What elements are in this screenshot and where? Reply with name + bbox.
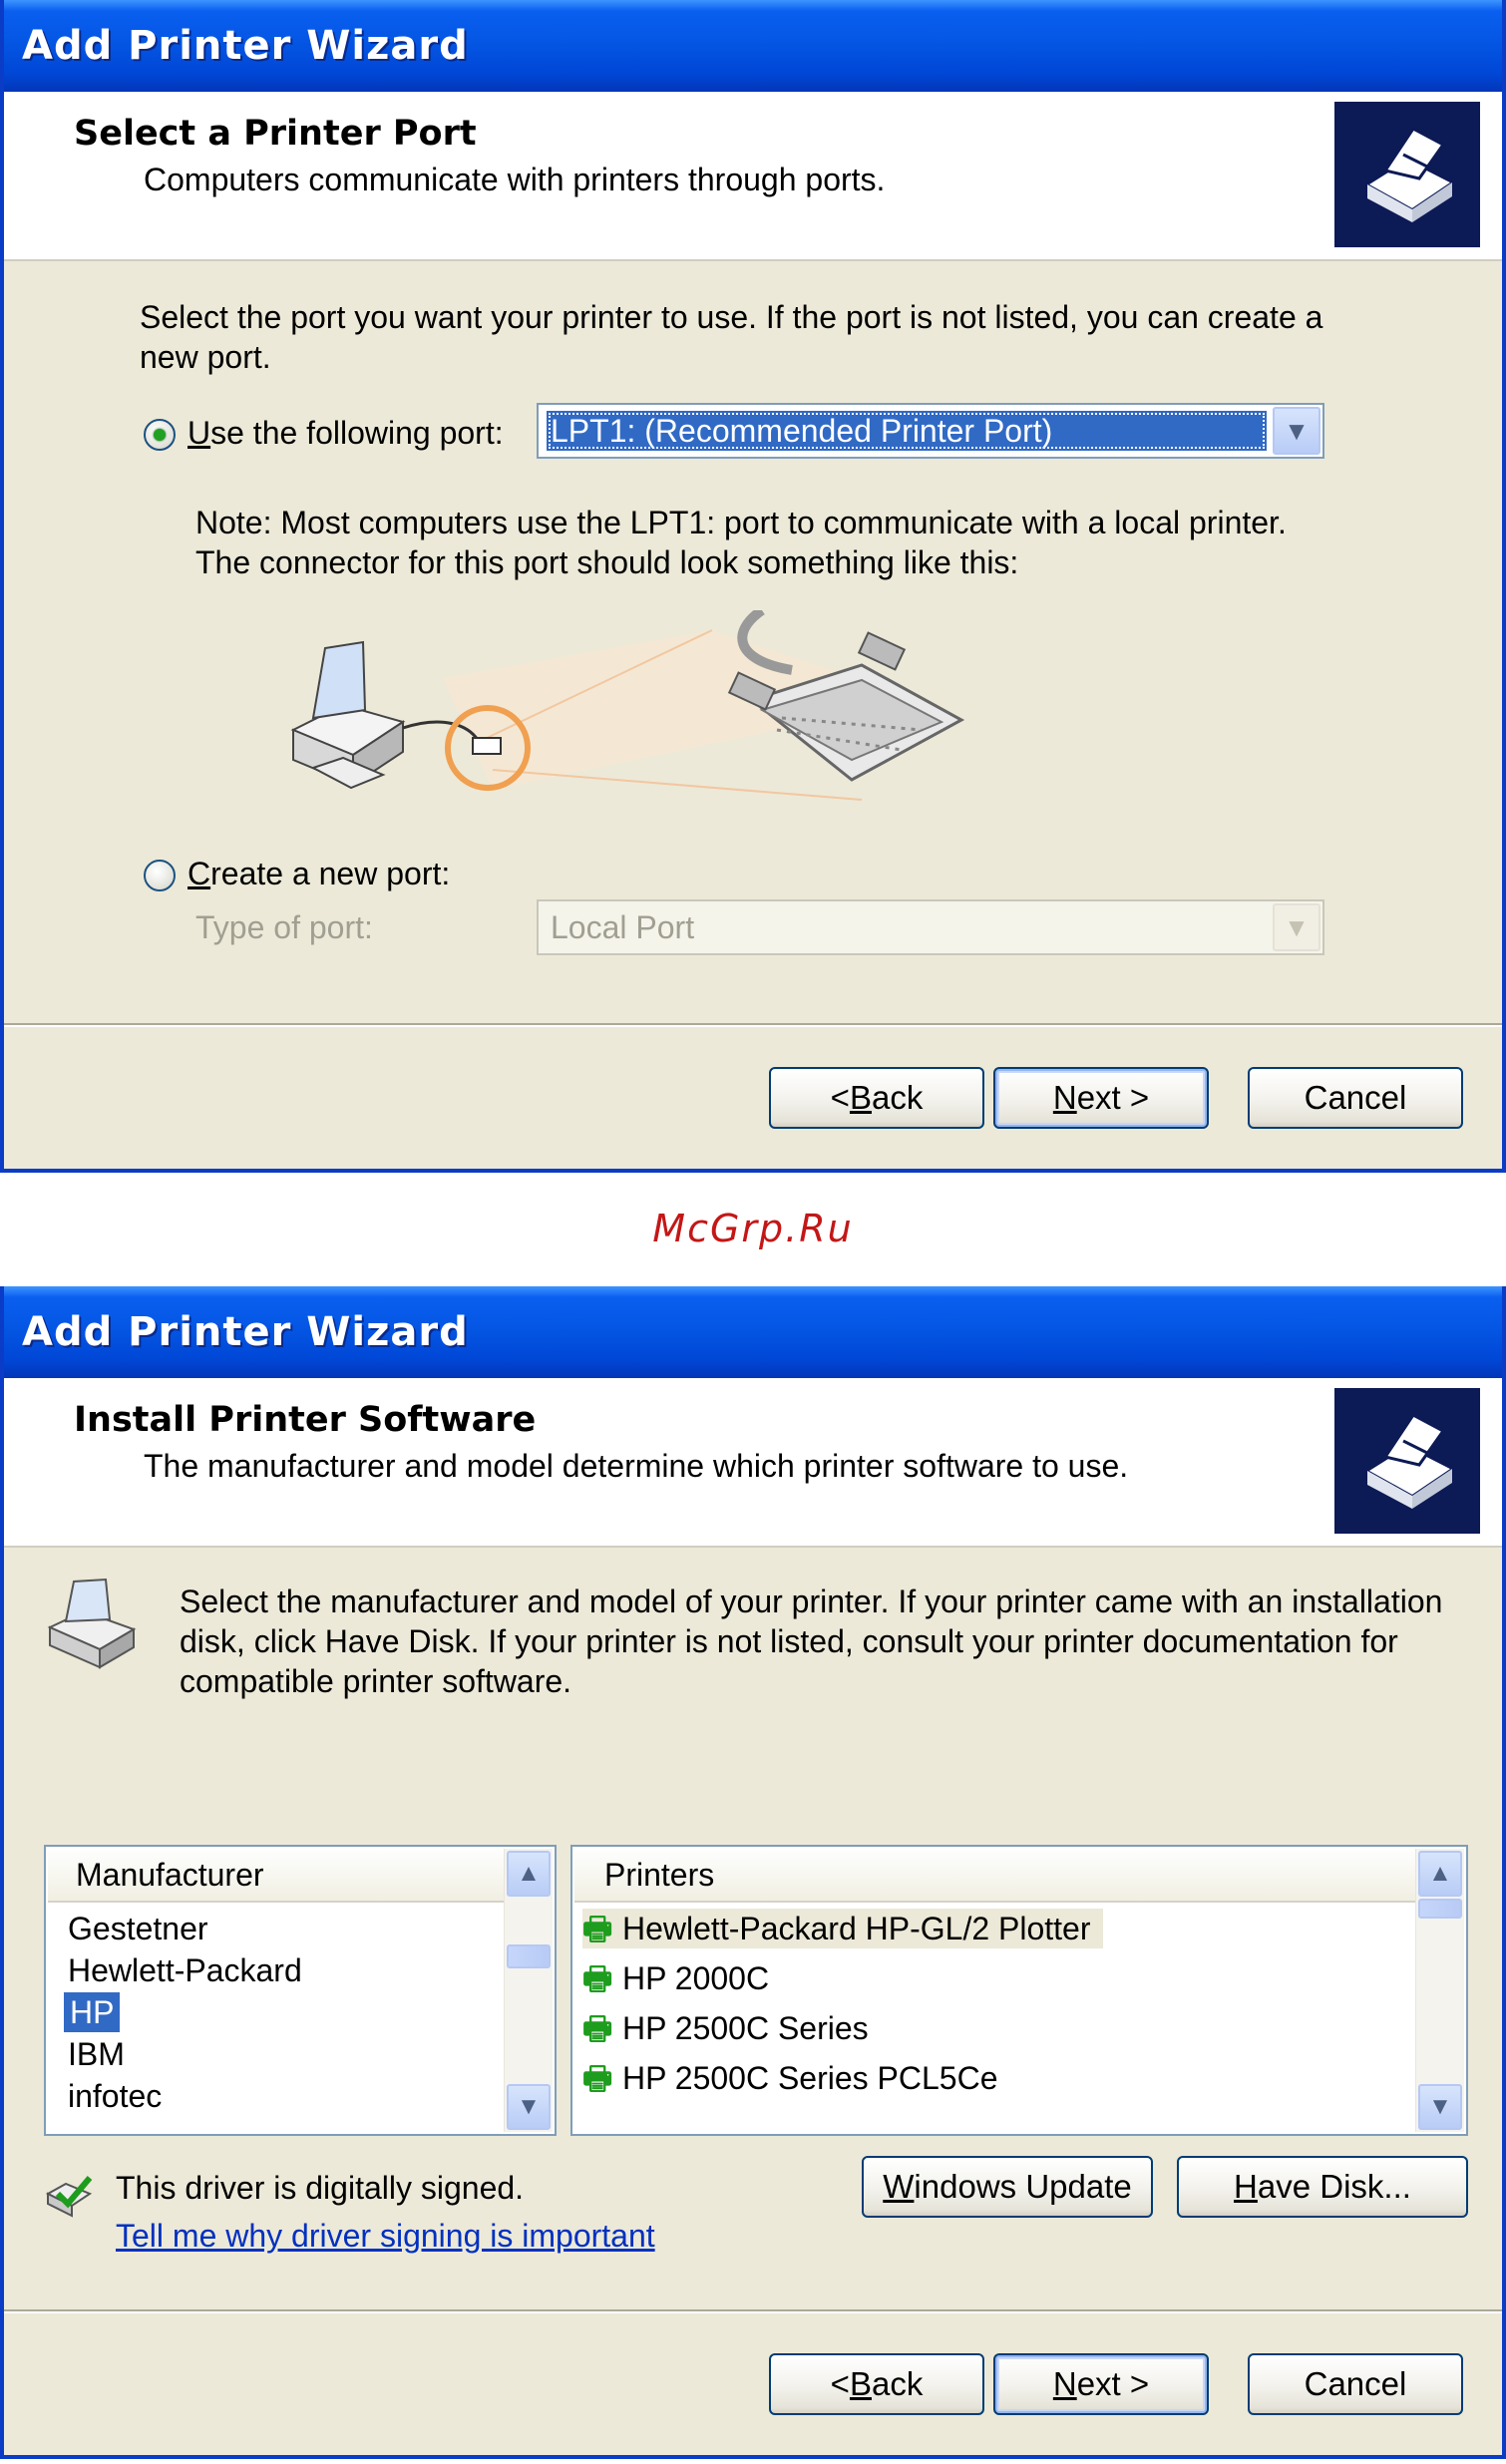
manufacturer-header[interactable]: Manufacturer bbox=[48, 1849, 505, 1903]
chevron-down-icon[interactable]: ▼ bbox=[1273, 903, 1320, 951]
back-button[interactable]: < Back bbox=[769, 1067, 984, 1129]
page-title: Install Printer Software bbox=[74, 1400, 537, 1440]
chevron-down-icon[interactable]: ▼ bbox=[1273, 407, 1320, 455]
cancel-button[interactable]: Cancel bbox=[1248, 1067, 1463, 1129]
scroll-thumb[interactable] bbox=[1418, 1899, 1462, 1919]
printer-wizard-icon bbox=[1334, 1388, 1480, 1534]
driver-signing-link[interactable]: Tell me why driver signing is important bbox=[116, 2216, 655, 2256]
scroll-thumb[interactable] bbox=[507, 1944, 551, 1968]
signed-driver-icon bbox=[45, 2176, 93, 2218]
manufacturer-list[interactable]: Manufacturer Gestetner Hewlett-Packard H… bbox=[44, 1845, 557, 2136]
use-port-label[interactable]: Use the following port: bbox=[188, 413, 504, 453]
wizard-window-port: Add Printer Wizard Select a Printer Port… bbox=[0, 0, 1506, 1173]
title-bar[interactable]: Add Printer Wizard bbox=[4, 1286, 1502, 1378]
signed-driver-icon: 🖶 bbox=[582, 2010, 613, 2046]
wizard-header: Select a Printer Port Computers communic… bbox=[4, 92, 1502, 261]
back-button[interactable]: < Back bbox=[769, 2353, 984, 2415]
page-subtitle: The manufacturer and model determine whi… bbox=[144, 1448, 1129, 1484]
signed-driver-icon: 🖶 bbox=[582, 1960, 613, 1996]
type-of-port-value: Local Port bbox=[551, 909, 695, 945]
chevron-down-icon[interactable]: ▼ bbox=[507, 2084, 551, 2130]
list-item[interactable]: 🖶 HP 2500C Series bbox=[582, 2008, 869, 2048]
list-item[interactable]: infotec bbox=[68, 2076, 162, 2116]
printers-header[interactable]: Printers bbox=[574, 1849, 1416, 1903]
list-item[interactable]: Hewlett-Packard bbox=[68, 1950, 302, 1990]
button-divider bbox=[4, 1023, 1502, 1027]
cancel-button[interactable]: Cancel bbox=[1248, 2353, 1463, 2415]
use-port-radio[interactable] bbox=[144, 419, 176, 451]
page-title: Select a Printer Port bbox=[74, 114, 477, 154]
button-divider bbox=[4, 2309, 1502, 2313]
type-of-port-select[interactable]: Local Port ▼ bbox=[537, 899, 1324, 955]
list-item-selected[interactable]: HP bbox=[64, 1992, 121, 2032]
wizard-window-software: Add Printer Wizard Install Printer Softw… bbox=[0, 1286, 1506, 2459]
have-disk-button[interactable]: Have Disk... bbox=[1177, 2156, 1468, 2218]
list-item[interactable]: 🖶 HP 2500C Series PCL5Ce bbox=[582, 2058, 998, 2098]
list-item[interactable]: IBM bbox=[68, 2034, 125, 2074]
next-button[interactable]: Next > bbox=[993, 2353, 1209, 2415]
chevron-down-icon[interactable]: ▼ bbox=[1418, 2084, 1462, 2130]
parallel-port-illustration bbox=[290, 610, 965, 801]
signed-driver-icon: 🖶 bbox=[582, 2060, 613, 2096]
note-text: Note: Most computers use the LPT1: port … bbox=[195, 505, 1287, 580]
manufacturer-scrollbar[interactable]: ▲ ▼ bbox=[504, 1849, 553, 2132]
printer-wizard-icon bbox=[1334, 102, 1480, 247]
next-button[interactable]: Next > bbox=[993, 1067, 1209, 1129]
port-select-value: LPT1: (Recommended Printer Port) bbox=[547, 411, 1267, 451]
printers-scrollbar[interactable]: ▲ ▼ bbox=[1415, 1849, 1464, 2132]
signed-driver-icon: 🖶 bbox=[582, 1911, 613, 1946]
windows-update-button[interactable]: Windows Update bbox=[862, 2156, 1153, 2218]
printer-icon bbox=[47, 1578, 137, 1669]
chevron-up-icon[interactable]: ▲ bbox=[507, 1851, 551, 1897]
port-select[interactable]: LPT1: (Recommended Printer Port) ▼ bbox=[537, 403, 1324, 459]
chevron-up-icon[interactable]: ▲ bbox=[1418, 1851, 1462, 1897]
instruction-text: Select the manufacturer and model of you… bbox=[180, 1584, 1443, 1699]
instruction-text: Select the port you want your printer to… bbox=[140, 299, 1323, 375]
create-port-radio[interactable] bbox=[144, 860, 176, 891]
type-of-port-label: Type of port: bbox=[195, 909, 373, 945]
wizard-header: Install Printer Software The manufacture… bbox=[4, 1378, 1502, 1548]
title-bar[interactable]: Add Printer Wizard bbox=[4, 0, 1502, 92]
create-port-label[interactable]: Create a new port: bbox=[188, 854, 450, 893]
signed-driver-text: This driver is digitally signed. bbox=[116, 2170, 525, 2206]
printers-list[interactable]: Printers 🖶 Hewlett-Packard HP-GL/2 Plotte… bbox=[570, 1845, 1468, 2136]
watermark: McGrp.Ru bbox=[652, 1207, 854, 1250]
page-subtitle: Computers communicate with printers thro… bbox=[144, 162, 886, 197]
list-item[interactable]: Gestetner bbox=[68, 1909, 208, 1948]
list-item[interactable]: 🖶 HP 2000C bbox=[582, 1958, 769, 1998]
list-item-selected[interactable]: 🖶 Hewlett-Packard HP-GL/2 Plotter bbox=[582, 1909, 1103, 1948]
